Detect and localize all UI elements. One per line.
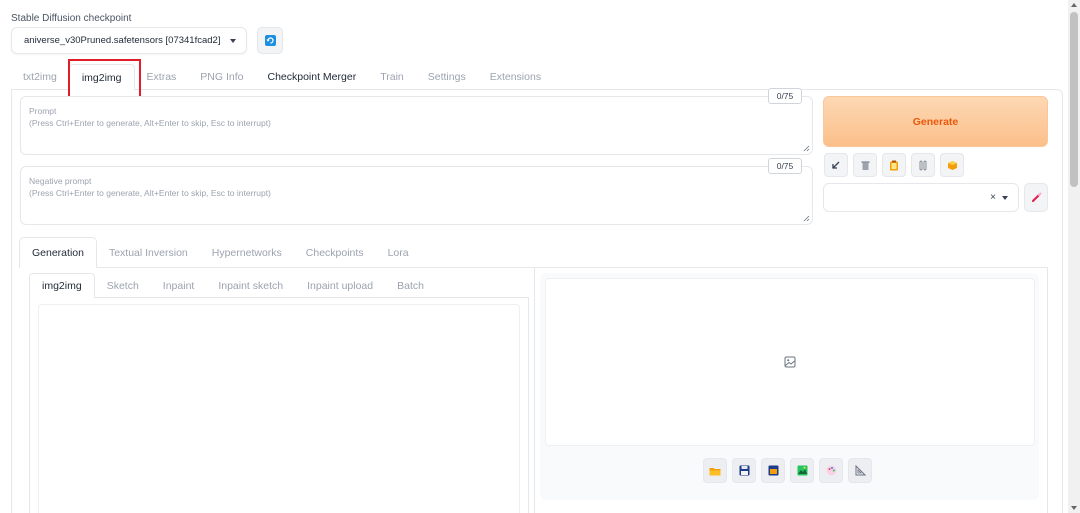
tab-inpaint-upload[interactable]: Inpaint upload bbox=[295, 273, 385, 298]
refresh-icon bbox=[264, 35, 276, 46]
tab-txt2img[interactable]: txt2img bbox=[11, 64, 69, 90]
tab-batch[interactable]: Batch bbox=[385, 273, 436, 298]
send-to-extras-button[interactable] bbox=[848, 458, 872, 483]
tab-textual-inversion[interactable]: Textual Inversion bbox=[97, 237, 200, 268]
archive-icon bbox=[768, 465, 778, 476]
save-button[interactable] bbox=[732, 458, 756, 483]
clipboard-icon bbox=[890, 160, 898, 170]
tab-generation[interactable]: Generation bbox=[19, 237, 97, 268]
clear-styles-icon[interactable]: × bbox=[990, 192, 996, 203]
refresh-checkpoint-button[interactable] bbox=[257, 27, 283, 54]
triangle-ruler-icon bbox=[855, 465, 866, 476]
zip-button[interactable] bbox=[761, 458, 785, 483]
clear-prompt-button[interactable] bbox=[853, 153, 877, 177]
edit-styles-button[interactable] bbox=[1024, 183, 1048, 212]
column-divider bbox=[534, 268, 535, 513]
scroll-down-icon[interactable] bbox=[1071, 506, 1077, 510]
tab-lora[interactable]: Lora bbox=[376, 237, 421, 268]
tab-extras[interactable]: Extras bbox=[135, 64, 189, 90]
tab-sketch[interactable]: Sketch bbox=[95, 273, 151, 298]
trash-icon bbox=[861, 161, 869, 170]
image-upload-area[interactable] bbox=[38, 304, 520, 513]
styles-dropdown[interactable]: × bbox=[823, 183, 1019, 212]
negative-prompt-token-counter: 0/75 bbox=[768, 158, 802, 174]
generate-button[interactable]: Generate bbox=[823, 96, 1048, 147]
page-scrollbar[interactable] bbox=[1068, 0, 1080, 513]
negative-prompt-placeholder: (Press Ctrl+Enter to generate, Alt+Enter… bbox=[29, 188, 271, 198]
negative-prompt-label: Negative prompt bbox=[29, 176, 92, 186]
main-tabs: txt2img img2img Extras PNG Info Checkpoi… bbox=[11, 64, 553, 90]
apply-style-button[interactable] bbox=[882, 153, 906, 177]
checkpoint-selected-value: aniverse_v30Pruned.safetensors [07341fca… bbox=[24, 35, 221, 46]
negative-prompt-input[interactable]: Negative prompt (Press Ctrl+Enter to gen… bbox=[20, 166, 813, 225]
read-params-button[interactable] bbox=[824, 153, 848, 177]
send-to-inpaint-button[interactable] bbox=[819, 458, 843, 483]
scroll-up-icon[interactable] bbox=[1071, 3, 1077, 7]
prompt-tools-row bbox=[824, 153, 964, 177]
send-to-img2img-button[interactable] bbox=[790, 458, 814, 483]
tab-settings[interactable]: Settings bbox=[416, 64, 478, 90]
tab-checkpoints[interactable]: Checkpoints bbox=[294, 237, 376, 268]
extra-networks-button[interactable] bbox=[911, 153, 935, 177]
output-image-area[interactable] bbox=[545, 278, 1035, 446]
image-placeholder-icon bbox=[784, 356, 796, 368]
tab-inpaint[interactable]: Inpaint bbox=[151, 273, 207, 298]
arrow-down-left-icon bbox=[832, 161, 840, 169]
generation-tabs: Generation Textual Inversion Hypernetwor… bbox=[19, 237, 421, 268]
checkpoint-label: Stable Diffusion checkpoint bbox=[11, 13, 132, 24]
tab-hypernetworks[interactable]: Hypernetworks bbox=[200, 237, 294, 268]
prompt-placeholder: (Press Ctrl+Enter to generate, Alt+Enter… bbox=[29, 118, 271, 128]
image-input-tabs: img2img Sketch Inpaint Inpaint sketch In… bbox=[29, 273, 436, 298]
floppy-disk-icon bbox=[739, 465, 749, 476]
chevron-down-icon bbox=[230, 38, 236, 43]
output-tools-row bbox=[703, 458, 872, 483]
resize-handle-icon[interactable] bbox=[803, 145, 810, 152]
tab-checkpoint-merger[interactable]: Checkpoint Merger bbox=[255, 64, 368, 90]
box-icon bbox=[947, 160, 957, 170]
tab-img2img-input[interactable]: img2img bbox=[29, 273, 95, 298]
tab-inpaint-sketch[interactable]: Inpaint sketch bbox=[206, 273, 295, 298]
webui-page: Stable Diffusion checkpoint aniverse_v30… bbox=[0, 0, 1080, 513]
hanger-icon bbox=[919, 160, 927, 170]
prompt-token-counter: 0/75 bbox=[768, 88, 802, 104]
tab-train[interactable]: Train bbox=[368, 64, 416, 90]
resize-handle-icon[interactable] bbox=[803, 215, 810, 222]
chevron-down-icon bbox=[1002, 195, 1008, 200]
save-style-button[interactable] bbox=[940, 153, 964, 177]
prompt-label: Prompt bbox=[29, 106, 57, 116]
palette-icon bbox=[826, 465, 836, 476]
open-folder-button[interactable] bbox=[703, 458, 727, 483]
folder-icon bbox=[709, 467, 721, 475]
pencil-icon bbox=[1031, 192, 1041, 202]
prompt-input[interactable]: Prompt (Press Ctrl+Enter to generate, Al… bbox=[20, 96, 813, 155]
checkpoint-dropdown[interactable]: aniverse_v30Pruned.safetensors [07341fca… bbox=[11, 27, 247, 54]
tab-png-info[interactable]: PNG Info bbox=[188, 64, 255, 90]
picture-icon bbox=[797, 465, 807, 476]
scrollbar-thumb[interactable] bbox=[1070, 12, 1078, 187]
tab-extensions[interactable]: Extensions bbox=[478, 64, 553, 90]
tab-img2img[interactable]: img2img bbox=[68, 64, 135, 90]
